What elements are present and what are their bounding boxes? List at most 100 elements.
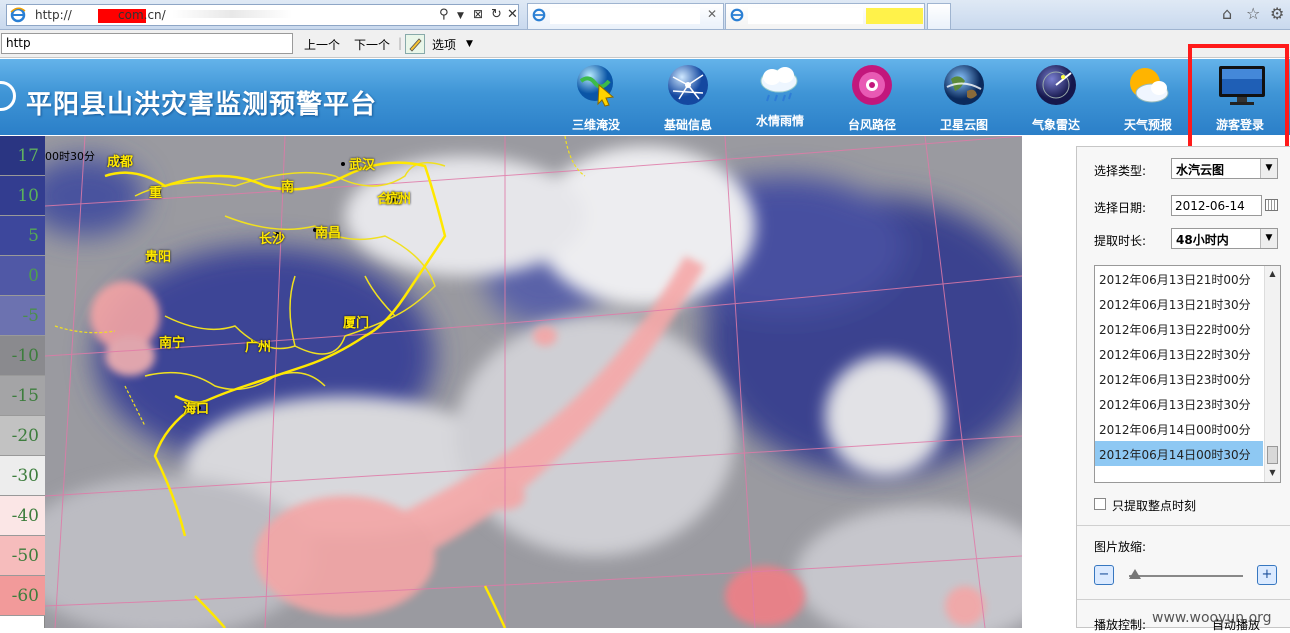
nav-typhoon[interactable]: 台风路径 [834,63,910,133]
hourly-only-checkbox[interactable] [1094,498,1106,510]
annotation-highlight-box [1188,44,1289,160]
time-list-item[interactable]: 2012年06月13日22时30分 [1095,341,1263,366]
city-label: 贵阳 [145,250,172,265]
time-list-item[interactable]: 2012年06月14日00时00分 [1095,416,1263,441]
city-label: 杭州 [385,192,412,207]
duration-select-value: 48小时内 [1176,233,1229,247]
chevron-down-icon[interactable]: ▼ [466,39,473,49]
compat-view-icon[interactable]: ⊠ [473,7,483,21]
nav-label: 水情雨情 [755,114,804,128]
city-label: 厦门 [343,316,370,331]
nav-water-rain[interactable]: 水情雨情 [742,63,818,133]
temperature-scale: 17 10 5 0 -5 -10 -15 -20 -30 -40 -50 -60 [0,136,45,628]
zoom-label: 图片放缩: [1094,540,1147,554]
radar-icon [1036,65,1076,105]
time-list-item[interactable]: 2012年06月13日23时30分 [1095,391,1263,416]
city-label: 海口 [183,402,210,417]
city-label: 南 [281,180,295,195]
options-button[interactable]: 选项 [432,36,456,53]
site-header: 平阳县山洪灾害监测预警平台 三维淹没 基础信息 水情雨情 台风路径 卫星云图 气… [0,59,1290,135]
time-list[interactable]: 2012年06月13日21时00分 2012年06月13日21时30分 2012… [1094,265,1281,483]
address-bar[interactable]: http:// com.cn/ ⚲ ▼ ⊠ ↻ ✕ [6,4,519,26]
chevron-down-icon: ▼ [1260,159,1277,178]
search-icon[interactable]: ⚲ [439,7,449,22]
city-marker [341,162,345,166]
scale-cell: -10 [0,336,45,376]
zoom-in-icon[interactable]: + [1257,565,1277,585]
tab-2[interactable] [725,3,925,29]
tab-1[interactable]: ✕ [527,3,724,29]
play-control-label: 播放控制: [1094,618,1147,632]
find-input[interactable]: http [1,33,293,54]
type-select-value: 水汽云图 [1176,163,1225,177]
ie-page-icon [10,7,26,26]
network-globe-icon [668,65,708,105]
scale-cell: -5 [0,296,45,336]
date-input[interactable]: 2012-06-14 [1171,195,1262,216]
control-panel: 选择类型: 水汽云图 ▼ 选择日期: 2012-06-14 提取时长: 48小时… [1076,146,1290,632]
duration-select[interactable]: 48小时内 ▼ [1171,228,1278,249]
blurred-url-part [172,10,292,18]
earth-satellite-icon [944,65,984,105]
scroll-down-icon[interactable]: ▼ [1267,468,1278,479]
date-label: 选择日期: [1094,201,1147,215]
scale-cell: -30 [0,456,45,496]
type-label: 选择类型: [1094,164,1147,178]
time-list-item[interactable]: 2012年06月13日23时00分 [1095,366,1263,391]
ie-tab-icon [730,8,744,25]
time-list-item-selected[interactable]: 2012年06月14日00时30分 [1095,441,1263,466]
site-logo [0,81,16,111]
chevron-down-icon[interactable]: ▼ [457,11,464,21]
new-tab[interactable] [927,3,951,29]
find-next-button[interactable]: 下一个 [354,36,390,53]
scroll-up-icon[interactable]: ▲ [1267,269,1278,280]
nav-radar[interactable]: 气象雷达 [1018,63,1094,133]
scale-cell: -20 [0,416,45,456]
refresh-icon[interactable]: ↻ [491,7,502,22]
sun-cloud-icon [1130,68,1169,103]
nav-basic-info[interactable]: 基础信息 [650,63,726,133]
time-list-scrollbar[interactable]: ▲ ▼ [1264,266,1280,482]
city-label: 重 [149,186,163,201]
nav-satellite[interactable]: 卫星云图 [926,63,1002,133]
site-title: 平阳县山洪灾害监测预警平台 [26,90,378,120]
time-list-item[interactable]: 2012年06月13日21时00分 [1095,266,1263,291]
city-label: 成都 [107,155,134,170]
scale-cell: -15 [0,376,45,416]
city-label: 南宁 [159,336,186,351]
nav-label: 天气预报 [1123,118,1172,132]
nav-weather-forecast[interactable]: 天气预报 [1110,63,1186,133]
zoom-slider-thumb[interactable] [1129,569,1141,579]
map-timecode: 00时30分 [45,150,95,163]
gear-icon[interactable]: ⚙ [1270,4,1284,23]
city-label: 武汉 [349,158,376,173]
scale-cell: 17 [0,136,45,176]
divider [1077,599,1290,600]
calendar-icon[interactable] [1265,199,1278,211]
hourly-only-label: 只提取整点时刻 [1112,499,1197,513]
scale-cell: -50 [0,536,45,576]
type-select[interactable]: 水汽云图 ▼ [1171,158,1278,179]
star-icon[interactable]: ☆ [1246,4,1260,23]
nav-3d-flood[interactable]: 三维淹没 [558,63,634,133]
scroll-thumb[interactable] [1267,446,1278,464]
zoom-out-icon[interactable]: − [1094,565,1114,585]
address-domain: com.cn/ [118,8,166,22]
home-icon[interactable]: ⌂ [1222,4,1232,23]
highlight-pencil-icon[interactable] [405,34,425,54]
time-list-item[interactable]: 2012年06月13日22时00分 [1095,316,1263,341]
time-list-item[interactable]: 2012年06月13日21时30分 [1095,291,1263,316]
satellite-cloud-map[interactable]: 00时30分 成都 重 武汉 合肥 南 长沙 南昌 贵阳 南宁 广州 厦门 海口… [45,136,1022,628]
nav-label: 三维淹没 [571,118,620,132]
close-icon[interactable]: ✕ [707,7,717,21]
find-prev-button[interactable]: 上一个 [304,36,340,53]
divider [1077,525,1290,526]
zoom-slider-track[interactable] [1129,575,1243,577]
browser-tab-bar: http:// com.cn/ ⚲ ▼ ⊠ ↻ ✕ ✕ ⌂ ☆ ⚙ [0,0,1290,30]
scale-cell: 10 [0,176,45,216]
browser-right-icons: ⌂ ☆ ⚙ [1220,4,1290,26]
nav-label: 基础信息 [663,118,712,132]
stop-icon[interactable]: ✕ [507,7,518,22]
globe-cursor-icon [577,65,615,107]
scale-cell: -40 [0,496,45,536]
